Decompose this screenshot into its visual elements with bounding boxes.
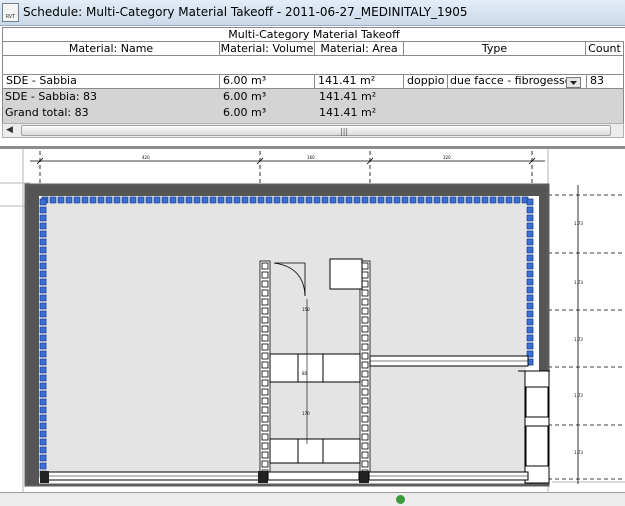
grip-icon: |||: [340, 127, 349, 136]
schedule-heading: Multi-Category Material Takeoff: [2, 27, 625, 41]
grand-total-volume: 6.00 m³: [223, 106, 267, 119]
svg-text:170: 170: [302, 411, 310, 416]
column-header-type[interactable]: Type: [403, 41, 586, 56]
svg-text:150: 150: [302, 307, 310, 312]
cell-material-volume[interactable]: 6.00 m³: [220, 74, 315, 89]
scroll-left-icon[interactable]: ◀: [6, 125, 13, 135]
blue-wall-left: [39, 198, 47, 478]
app-icon-text: RVT: [5, 14, 16, 20]
window-titlebar: RVT Schedule: Multi-Category Material Ta…: [0, 0, 625, 26]
floor-plan-view[interactable]: 420 160 320 150 80 170 1.73 1.73 1.73 1.…: [0, 149, 625, 492]
cell-material-area[interactable]: 141.41 m²: [315, 74, 404, 89]
window-title: Schedule: Multi-Category Material Takeof…: [23, 5, 468, 19]
cell-material-name[interactable]: SDE - Sabbia: [3, 74, 220, 89]
schedule-blank-row: [2, 56, 624, 74]
horizontal-scrollbar[interactable]: ◀ |||: [2, 123, 624, 138]
status-bar: [0, 492, 625, 506]
subtotal-volume: 6.00 m³: [223, 90, 267, 103]
grand-total-area: 141.41 m²: [319, 106, 377, 119]
svg-text:420: 420: [142, 155, 150, 160]
cell-type-part1[interactable]: doppio -: [404, 74, 448, 89]
column-header-material-volume[interactable]: Material: Volume: [219, 41, 315, 56]
blue-wall-right: [526, 198, 534, 366]
interior-wall-left: [259, 260, 271, 477]
svg-text:1.73: 1.73: [574, 337, 583, 342]
cell-type-select[interactable]: due facce - fibrogesso e: [448, 74, 566, 89]
scrollbar-thumb[interactable]: |||: [21, 125, 611, 136]
grand-total-label: Grand total: 83: [5, 106, 89, 119]
column-header-material-name[interactable]: Material: Name: [2, 41, 220, 56]
cell-count[interactable]: 83: [586, 74, 624, 89]
svg-text:320: 320: [443, 155, 451, 160]
svg-text:1.73: 1.73: [574, 450, 583, 455]
status-indicator-icon: [396, 495, 405, 504]
type-dropdown-button[interactable]: [566, 77, 581, 88]
interior-wall-right: [359, 260, 371, 477]
svg-text:160: 160: [307, 155, 315, 160]
subtotal-label: SDE - Sabbia: 83: [5, 90, 98, 103]
subtotal-area: 141.41 m²: [319, 90, 377, 103]
chevron-down-icon: [570, 81, 577, 85]
svg-text:80: 80: [302, 371, 308, 376]
schedule-view: Multi-Category Material Takeoff Material…: [0, 27, 625, 147]
blue-wall-top: [41, 196, 529, 204]
revit-app-icon[interactable]: RVT: [2, 3, 19, 22]
svg-text:1.73: 1.73: [574, 393, 583, 398]
column-header-count[interactable]: Count: [585, 41, 624, 56]
floor-plan-drawing: 420 160 320 15080170 1.731.731.731.731.7…: [0, 149, 625, 492]
column-header-material-area[interactable]: Material: Area: [314, 41, 404, 56]
svg-text:1.73: 1.73: [574, 221, 583, 226]
svg-text:1.73: 1.73: [574, 280, 583, 285]
